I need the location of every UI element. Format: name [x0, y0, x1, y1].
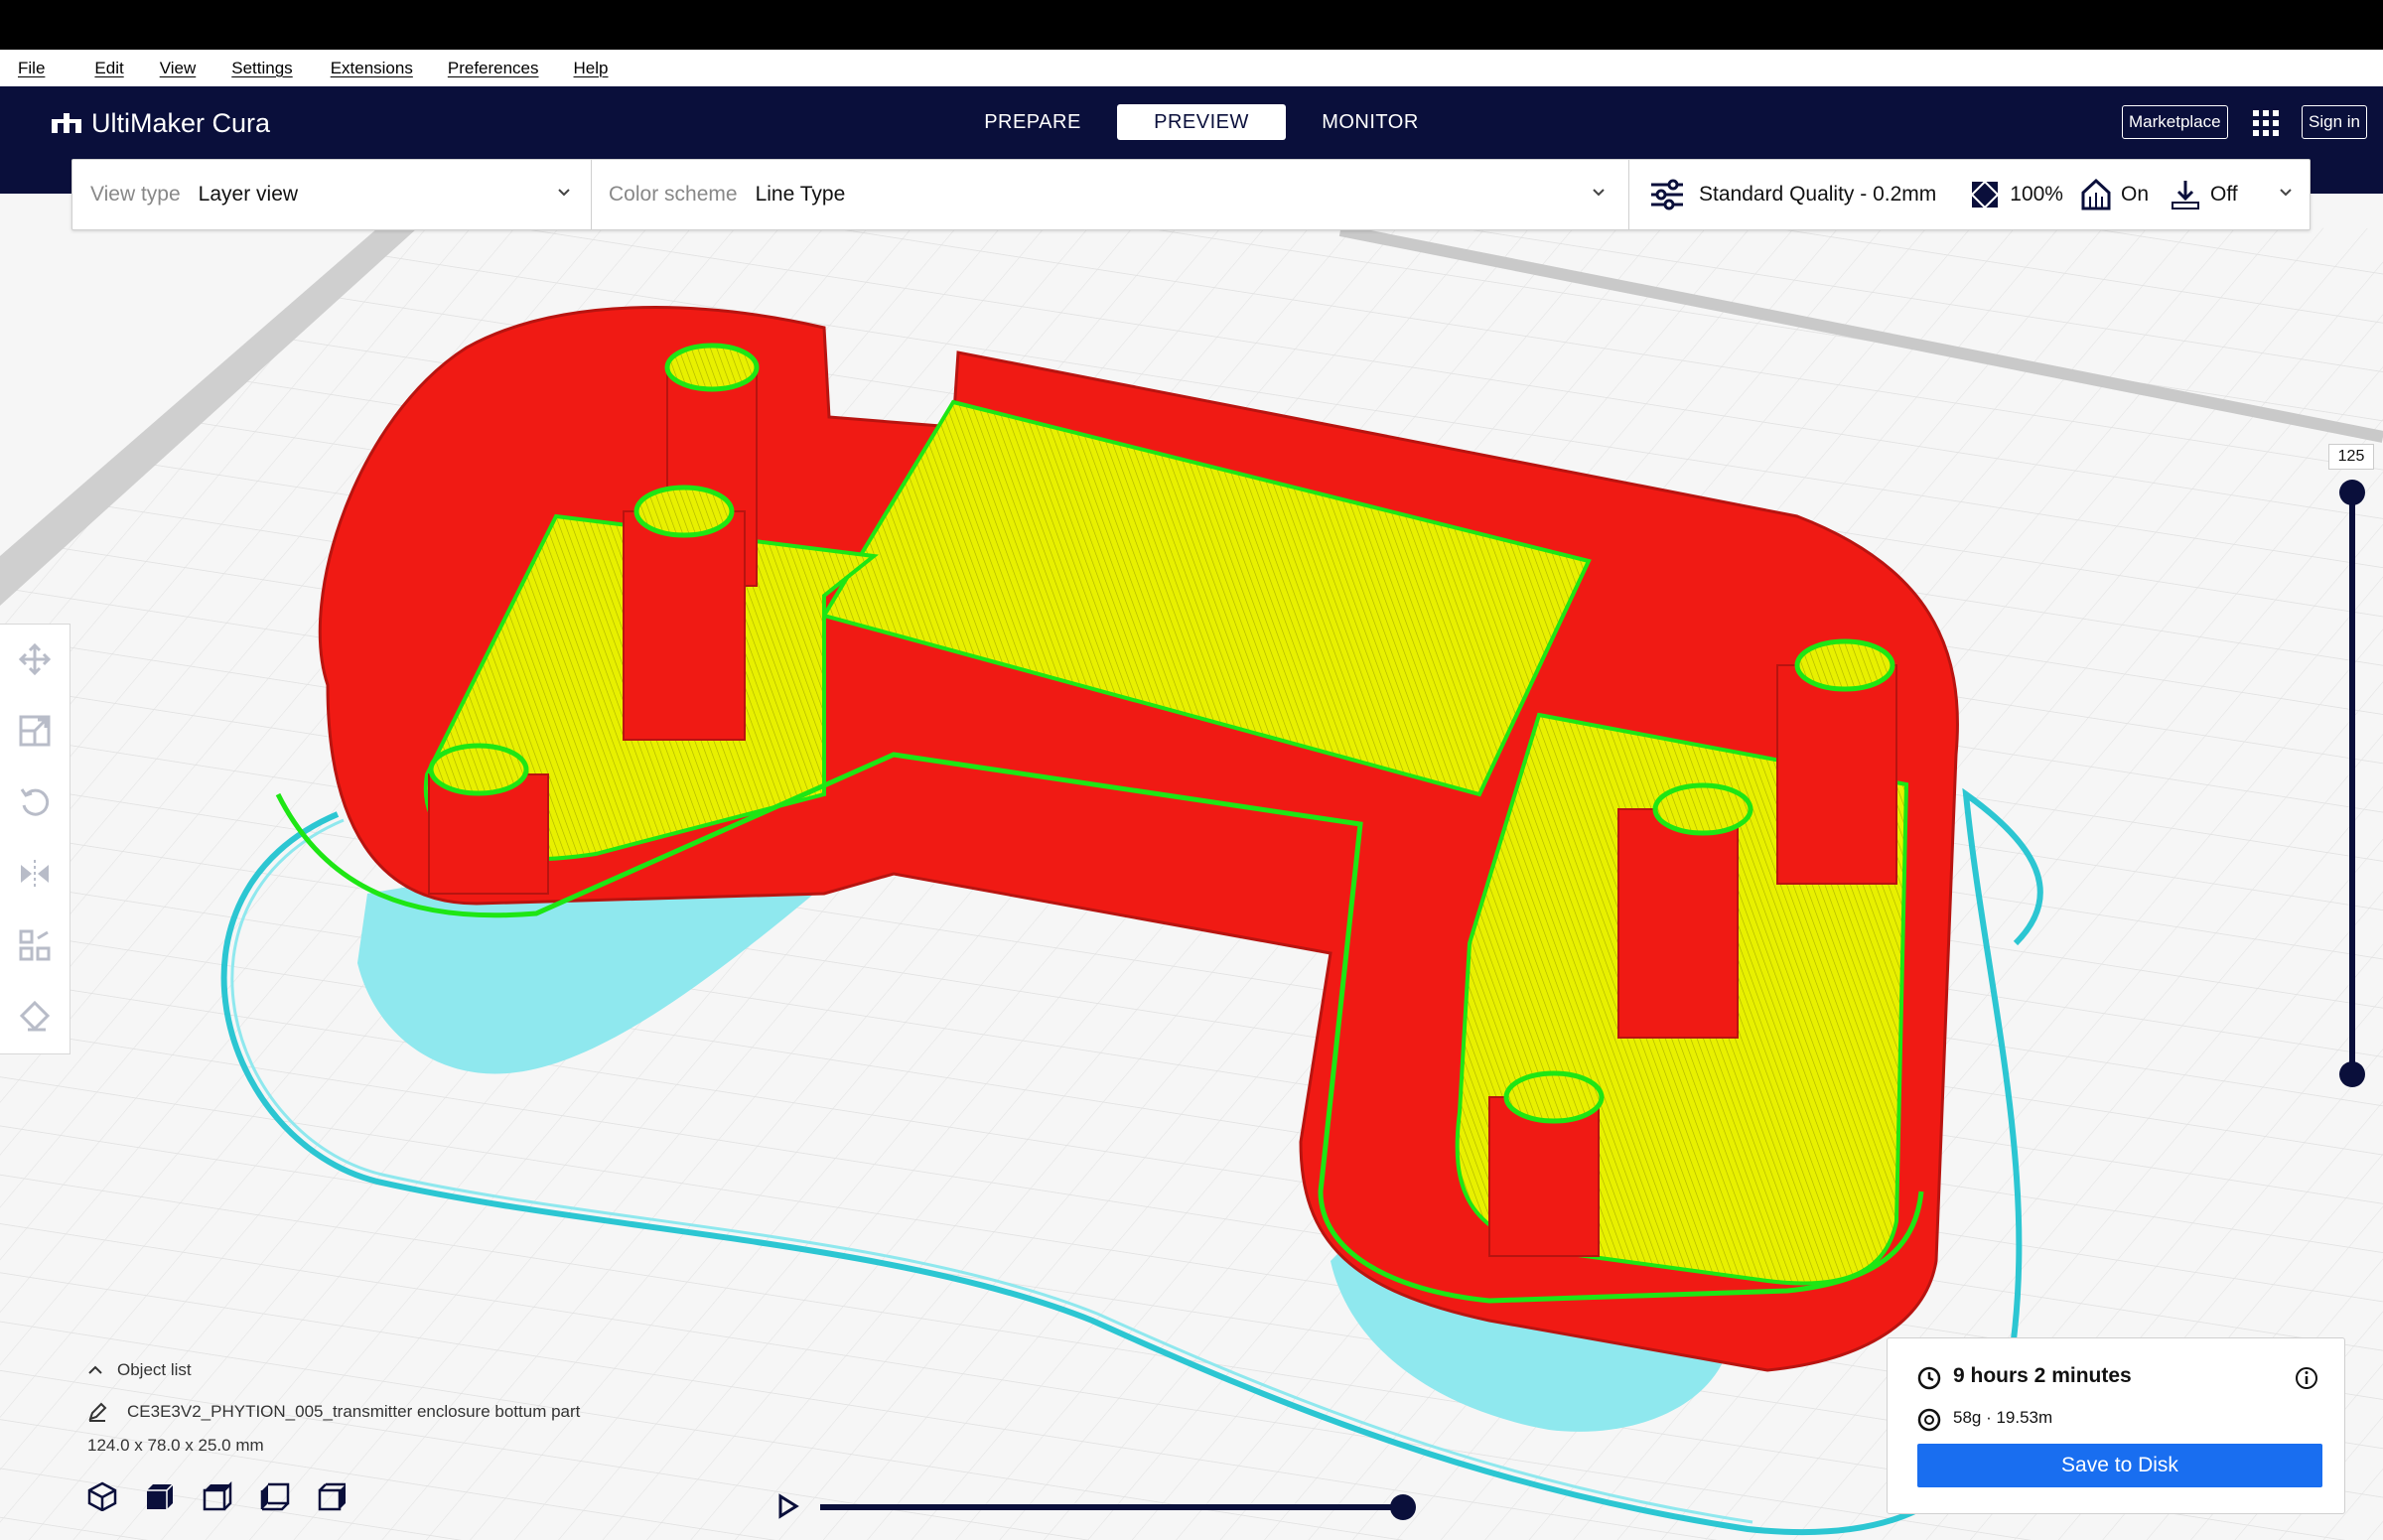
layer-slider-top-handle[interactable]	[2339, 480, 2365, 505]
chevron-down-icon[interactable]	[557, 186, 571, 200]
marketplace-button[interactable]: Marketplace	[2122, 105, 2228, 139]
view-type-label: View type	[90, 183, 181, 206]
left-view-icon[interactable]	[260, 1481, 290, 1511]
move-icon[interactable]	[18, 642, 52, 676]
quality-profile: Standard Quality - 0.2mm	[1699, 183, 1937, 206]
save-to-disk-button[interactable]: Save to Disk	[1917, 1444, 2322, 1487]
print-settings-summary[interactable]: Standard Quality - 0.2mm 100% On Off	[1649, 160, 2238, 229]
chevron-down-icon[interactable]	[1592, 186, 1606, 200]
app-title: UltiMaker Cura	[91, 107, 271, 138]
stage-tabs: PREPARE PREVIEW MONITOR	[948, 104, 1455, 140]
3d-view-icon[interactable]	[87, 1481, 117, 1511]
layer-number[interactable]: 125	[2328, 444, 2374, 470]
camera-view-buttons	[87, 1481, 580, 1511]
top-view-icon[interactable]	[203, 1481, 232, 1511]
menu-preferences[interactable]: Preferences	[448, 59, 539, 78]
front-view-icon[interactable]	[145, 1481, 175, 1511]
color-scheme-label: Color scheme	[609, 183, 738, 206]
view-type-value: Layer view	[198, 183, 299, 206]
menu-view[interactable]: View	[160, 59, 197, 78]
scale-icon[interactable]	[18, 714, 52, 748]
infill-icon	[1971, 181, 1999, 209]
menu-edit[interactable]: Edit	[94, 59, 123, 78]
window-top-bar	[0, 0, 2383, 50]
rotate-icon[interactable]	[18, 785, 52, 819]
view-toolbar: View type Layer view Color scheme Line T…	[71, 159, 2311, 230]
pencil-icon[interactable]	[87, 1402, 107, 1422]
color-scheme-value: Line Type	[755, 183, 846, 206]
path-slider-handle[interactable]	[1390, 1494, 1416, 1520]
right-view-icon[interactable]	[318, 1481, 348, 1511]
chevron-down-icon[interactable]	[2279, 186, 2293, 200]
settings-sliders-icon	[1651, 179, 1683, 210]
divider	[1628, 160, 1629, 229]
apps-grid-icon[interactable]	[2251, 108, 2281, 138]
tool-panel	[0, 624, 70, 1054]
filament-spool-icon	[1917, 1408, 1941, 1432]
color-scheme-dropdown[interactable]: Color scheme Line Type	[609, 160, 845, 229]
divider	[591, 160, 592, 229]
menu-extensions[interactable]: Extensions	[331, 59, 413, 78]
mirror-icon[interactable]	[18, 857, 52, 891]
support-blocker-icon[interactable]	[18, 1000, 52, 1034]
layer-slider-bottom-handle[interactable]	[2339, 1061, 2365, 1087]
menu-bar: File Edit View Settings Extensions Prefe…	[0, 50, 2383, 86]
infill-value: 100%	[2010, 183, 2063, 206]
ultimaker-logo-icon	[52, 113, 81, 133]
chevron-up-icon[interactable]	[87, 1365, 103, 1375]
support-value: On	[2120, 183, 2149, 206]
sign-in-button[interactable]: Sign in	[2302, 105, 2367, 139]
object-list-panel: Object list CE3E3V2_PHYTION_005_transmit…	[87, 1360, 580, 1511]
support-icon	[2081, 179, 2111, 210]
tab-prepare[interactable]: PREPARE	[948, 104, 1117, 140]
print-time: 9 hours 2 minutes	[1953, 1364, 2132, 1387]
view-type-dropdown[interactable]: View type Layer view	[90, 160, 298, 229]
object-name: CE3E3V2_PHYTION_005_transmitter enclosur…	[127, 1402, 581, 1421]
tab-monitor[interactable]: MONITOR	[1286, 104, 1455, 140]
adhesion-icon	[2172, 181, 2199, 210]
clock-icon	[1917, 1366, 1941, 1390]
object-list-title[interactable]: Object list	[117, 1360, 192, 1380]
menu-file[interactable]: File	[18, 59, 45, 78]
menu-settings[interactable]: Settings	[231, 59, 292, 78]
object-dimensions: 124.0 x 78.0 x 25.0 mm	[87, 1436, 264, 1455]
material-usage: 58g · 19.53m	[1953, 1408, 2053, 1427]
app-logo: UltiMaker Cura	[50, 107, 270, 139]
info-icon[interactable]	[2295, 1366, 2318, 1390]
tab-preview[interactable]: PREVIEW	[1117, 104, 1286, 140]
menu-help[interactable]: Help	[574, 59, 609, 78]
per-model-settings-icon[interactable]	[18, 928, 52, 962]
print-info-panel: 9 hours 2 minutes 58g · 19.53m Save to D…	[1887, 1337, 2345, 1514]
adhesion-value: Off	[2210, 183, 2238, 206]
